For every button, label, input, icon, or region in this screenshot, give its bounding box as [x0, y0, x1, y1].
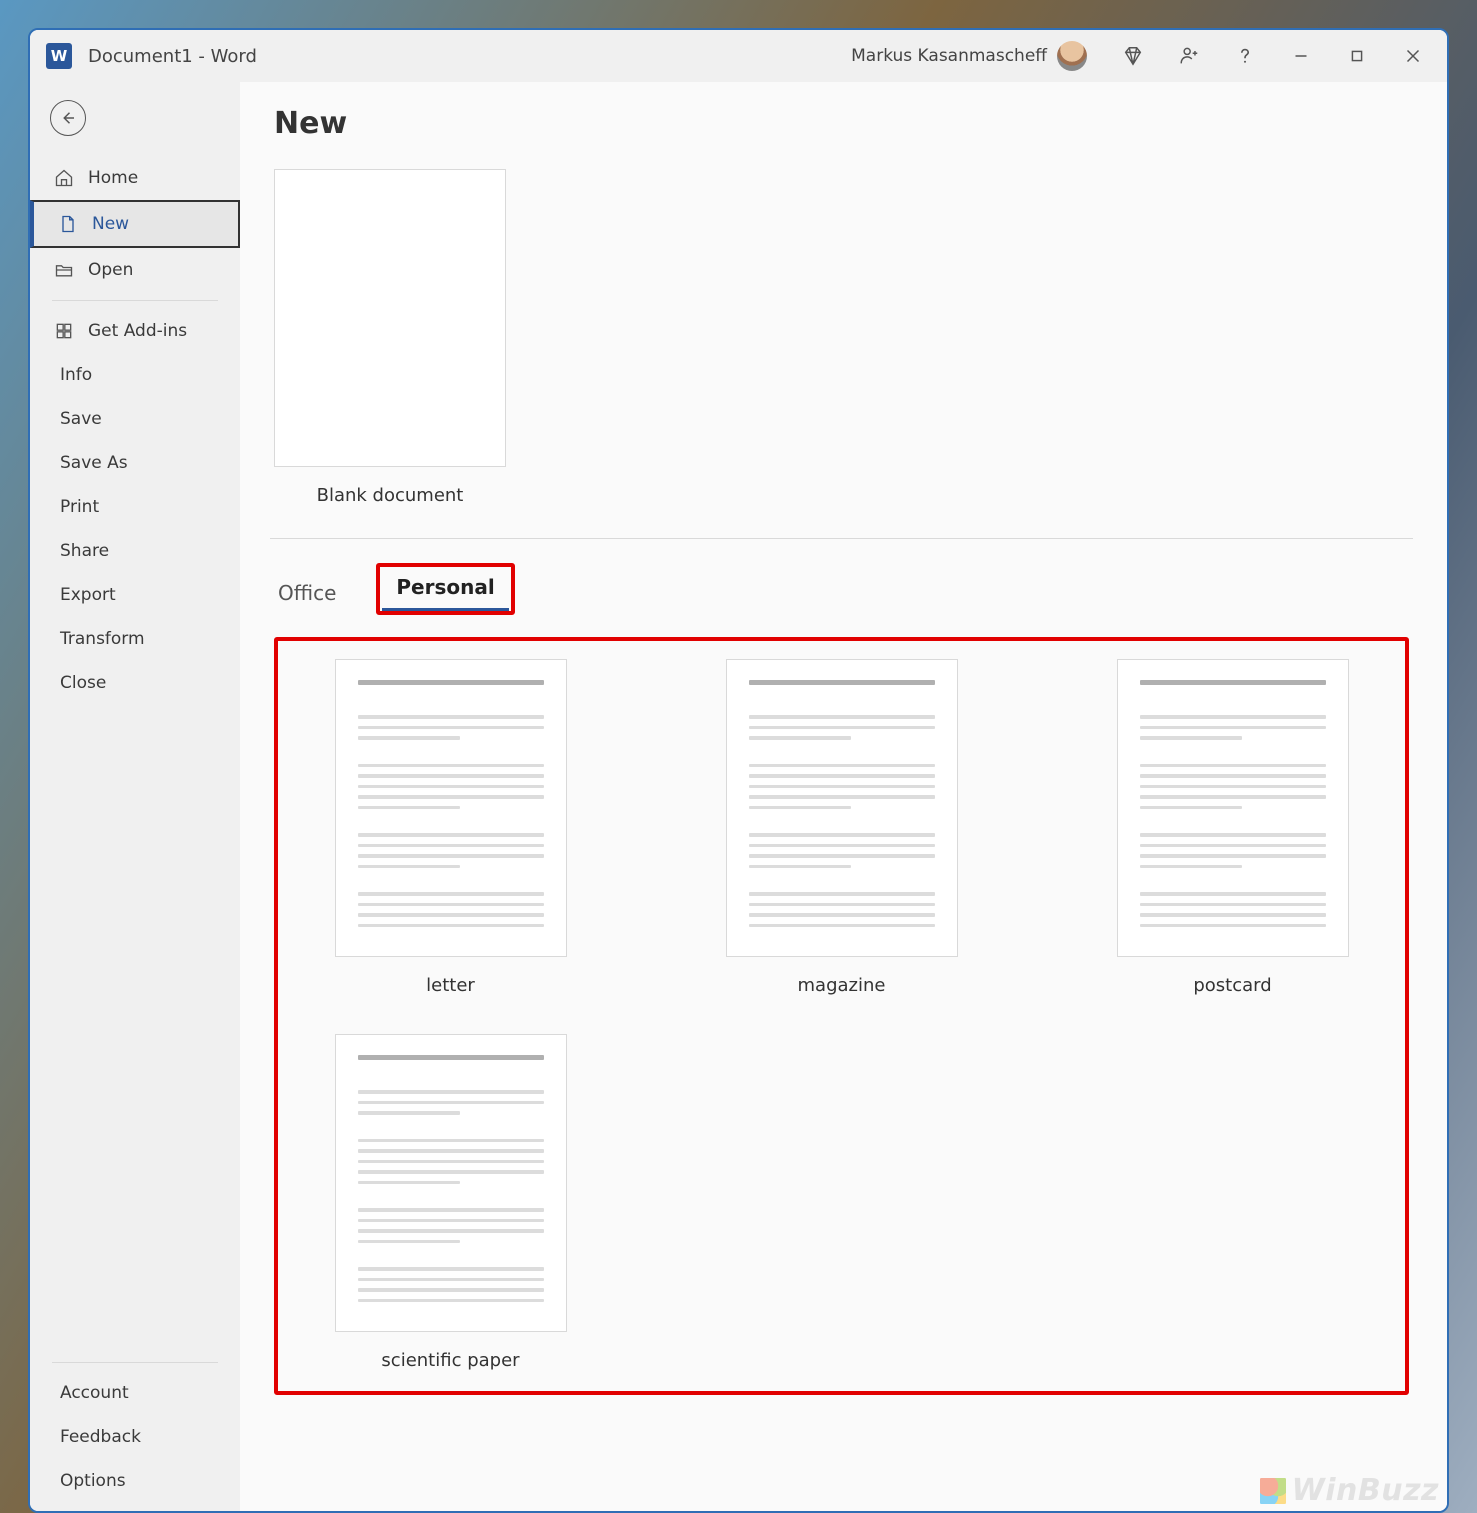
template-thumb — [335, 659, 567, 957]
backstage-body: Home New Open Get Add-ins Info Save Save… — [30, 82, 1447, 1511]
template-postcard[interactable]: postcard — [1082, 659, 1383, 996]
word-backstage-window: W Document1 - Word Markus Kasanmascheff — [28, 28, 1449, 1513]
close-button[interactable] — [1385, 32, 1441, 80]
template-blank-document[interactable]: Blank document — [274, 169, 506, 506]
nav-label: Get Add-ins — [88, 321, 187, 341]
nav-label: Transform — [60, 629, 145, 649]
nav-label: Open — [88, 260, 133, 280]
nav-save[interactable]: Save — [30, 397, 240, 441]
help-icon[interactable] — [1217, 32, 1273, 80]
nav-feedback[interactable]: Feedback — [30, 1415, 240, 1459]
new-page-content: New Blank document Office Personal — [240, 82, 1447, 1511]
document-title: Document1 - Word — [88, 46, 257, 67]
template-label: scientific paper — [381, 1350, 519, 1371]
nav-label: Save — [60, 409, 102, 429]
watermark: WinBuzz — [1260, 1473, 1439, 1508]
nav-save-as[interactable]: Save As — [30, 441, 240, 485]
template-scientific-paper[interactable]: scientific paper — [300, 1034, 601, 1371]
nav-label: New — [92, 214, 129, 234]
user-avatar[interactable] — [1057, 41, 1087, 71]
nav-account[interactable]: Account — [30, 1371, 240, 1415]
nav-label: Close — [60, 673, 106, 693]
nav-label: Export — [60, 585, 116, 605]
template-label: Blank document — [317, 485, 464, 506]
nav-new[interactable]: New — [30, 200, 240, 248]
nav-print[interactable]: Print — [30, 485, 240, 529]
personal-templates-grid: letter magazine — [274, 637, 1409, 1395]
nav-get-addins[interactable]: Get Add-ins — [30, 309, 240, 353]
nav-label: Print — [60, 497, 99, 517]
new-document-icon — [58, 214, 78, 234]
template-magazine[interactable]: magazine — [691, 659, 992, 996]
nav-label: Feedback — [60, 1427, 141, 1447]
word-app-icon: W — [46, 43, 72, 69]
nav-options[interactable]: Options — [30, 1459, 240, 1503]
divider — [52, 300, 218, 301]
nav-home[interactable]: Home — [30, 156, 240, 200]
nav-transform[interactable]: Transform — [30, 617, 240, 661]
nav-label: Share — [60, 541, 109, 561]
nav-label: Account — [60, 1383, 129, 1403]
nav-label: Save As — [60, 453, 128, 473]
template-label: postcard — [1193, 975, 1271, 996]
tab-personal[interactable]: Personal — [376, 563, 514, 615]
home-icon — [54, 168, 74, 188]
template-thumb — [274, 169, 506, 467]
nav-label: Info — [60, 365, 92, 385]
template-thumb — [335, 1034, 567, 1332]
back-button[interactable] — [50, 100, 86, 136]
windows-logo-icon — [1260, 1478, 1286, 1504]
nav-export[interactable]: Export — [30, 573, 240, 617]
addins-grid-icon — [54, 321, 74, 341]
tab-office[interactable]: Office — [274, 573, 340, 615]
template-label: magazine — [798, 975, 886, 996]
template-tabs: Office Personal — [274, 563, 1409, 615]
folder-open-icon — [54, 260, 74, 280]
template-label: letter — [426, 975, 475, 996]
share-person-icon[interactable] — [1161, 32, 1217, 80]
nav-close[interactable]: Close — [30, 661, 240, 705]
backstage-sidebar: Home New Open Get Add-ins Info Save Save… — [30, 82, 240, 1511]
template-letter[interactable]: letter — [300, 659, 601, 996]
titlebar: W Document1 - Word Markus Kasanmascheff — [30, 30, 1447, 82]
nav-info[interactable]: Info — [30, 353, 240, 397]
premium-diamond-icon[interactable] — [1105, 32, 1161, 80]
signed-in-user: Markus Kasanmascheff — [851, 46, 1047, 66]
template-thumb — [726, 659, 958, 957]
page-title: New — [274, 106, 1409, 141]
nav-share[interactable]: Share — [30, 529, 240, 573]
minimize-button[interactable] — [1273, 32, 1329, 80]
template-thumb — [1117, 659, 1349, 957]
maximize-button[interactable] — [1329, 32, 1385, 80]
nav-label: Home — [88, 168, 138, 188]
section-divider — [270, 538, 1413, 539]
divider — [52, 1362, 218, 1363]
nav-open[interactable]: Open — [30, 248, 240, 292]
nav-label: Options — [60, 1471, 126, 1491]
